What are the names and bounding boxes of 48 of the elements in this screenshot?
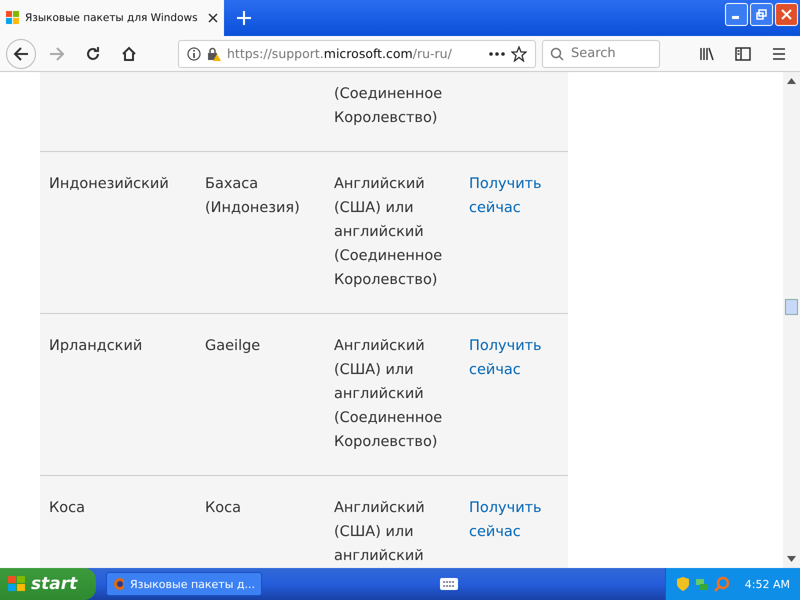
get-now-link[interactable]: Получить сейчас bbox=[469, 496, 549, 568]
scrollbar[interactable] bbox=[783, 72, 800, 568]
base-language: Английский (США) или английский bbox=[334, 499, 426, 566]
native-name: Бахаса (Индонезия) bbox=[205, 175, 301, 218]
browser-tab[interactable]: Языковые пакеты для Windows bbox=[0, 0, 224, 36]
address-bar[interactable]: https://support.microsoft.com/ru-ru/ bbox=[178, 40, 536, 68]
language-name: Индонезийский bbox=[49, 175, 169, 194]
windows-logo-icon bbox=[6, 11, 20, 25]
native-name: Коса bbox=[205, 499, 242, 518]
get-now-link[interactable]: Получить сейчас bbox=[469, 172, 549, 292]
taskbar-task[interactable]: Языковые пакеты д... bbox=[106, 572, 262, 596]
library-icon bbox=[699, 46, 715, 60]
close-icon bbox=[781, 9, 792, 20]
native-name: Gaeilge bbox=[205, 337, 262, 356]
windows-flag-icon bbox=[8, 576, 26, 592]
get-now-link[interactable]: Получить сейчас bbox=[469, 334, 549, 454]
clock: 4:52 AM bbox=[744, 578, 790, 590]
back-button[interactable] bbox=[6, 38, 36, 68]
start-button[interactable]: start bbox=[0, 568, 96, 600]
more-icon[interactable] bbox=[489, 52, 505, 56]
language-name: Коса bbox=[49, 499, 86, 518]
base-language: (Соединенное Королевство) bbox=[334, 85, 444, 128]
base-language: Английский (США) или английский (Соединенное Королевство) bbox=[334, 337, 444, 452]
restore-button[interactable] bbox=[750, 3, 773, 26]
close-icon[interactable] bbox=[208, 13, 218, 23]
right-arrow-icon bbox=[49, 46, 65, 62]
search-icon bbox=[550, 46, 564, 60]
info-icon bbox=[187, 46, 201, 60]
language-name: Ирландский bbox=[49, 337, 144, 356]
keyboard-icon[interactable] bbox=[440, 578, 458, 590]
url-text: https://support.microsoft.com/ru-ru/ bbox=[227, 46, 453, 61]
down-arrow-icon[interactable] bbox=[787, 556, 796, 562]
left-arrow-icon bbox=[13, 46, 29, 62]
restore-icon bbox=[756, 9, 767, 20]
close-button[interactable] bbox=[775, 3, 798, 26]
home-icon bbox=[121, 46, 137, 62]
menu-icon bbox=[771, 46, 787, 60]
scrollbar-thumb[interactable] bbox=[785, 299, 798, 315]
up-arrow-icon[interactable] bbox=[787, 78, 796, 84]
search-field[interactable]: Search bbox=[542, 40, 660, 68]
star-icon[interactable] bbox=[511, 46, 527, 62]
reload-icon bbox=[85, 46, 101, 62]
sidebar-icon bbox=[735, 46, 751, 60]
minimize-button[interactable] bbox=[725, 3, 748, 26]
tab-title: Языковые пакеты для Windows bbox=[25, 12, 198, 24]
lock-warning-icon bbox=[207, 46, 221, 60]
plus-icon[interactable] bbox=[236, 10, 252, 26]
base-language: Английский (США) или английский (Соединенное Королевство) bbox=[334, 175, 444, 290]
